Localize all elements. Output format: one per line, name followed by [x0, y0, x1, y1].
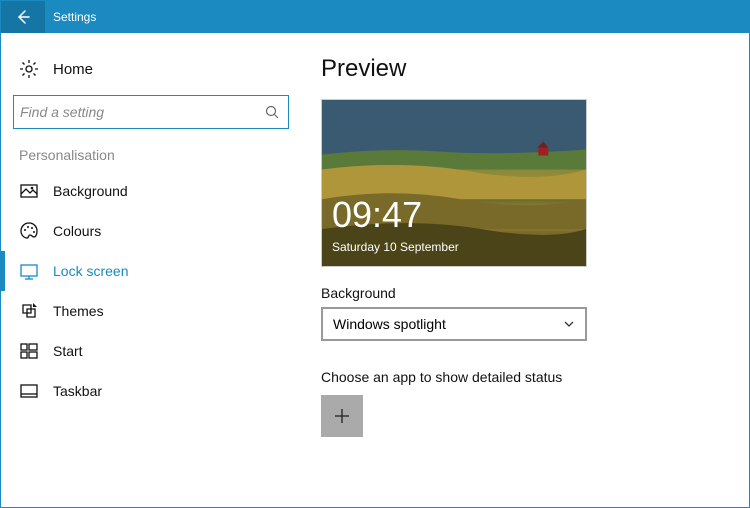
- taskbar-icon: [19, 381, 39, 401]
- lock-screen-preview: 09:47 Saturday 10 September: [321, 99, 587, 267]
- plus-icon: [334, 408, 350, 424]
- sidebar-item-label: Background: [53, 183, 128, 199]
- home-button[interactable]: Home: [1, 51, 301, 87]
- themes-icon: [19, 301, 39, 321]
- preview-date: Saturday 10 September: [332, 240, 459, 254]
- sidebar-item-label: Colours: [53, 223, 101, 239]
- start-icon: [19, 341, 39, 361]
- gear-icon: [19, 59, 39, 79]
- sidebar: Home Personalisation Background Colours: [1, 33, 301, 507]
- sidebar-item-lock-screen[interactable]: Lock screen: [1, 251, 301, 291]
- search-input-wrapper[interactable]: [13, 95, 289, 129]
- lock-screen-icon: [19, 261, 39, 281]
- section-title: Personalisation: [1, 147, 301, 163]
- sidebar-item-label: Lock screen: [53, 263, 128, 279]
- add-status-app-button[interactable]: [321, 395, 363, 437]
- background-select[interactable]: Windows spotlight: [321, 307, 587, 341]
- home-label: Home: [53, 61, 93, 78]
- background-label: Background: [321, 285, 719, 301]
- search-icon: [264, 104, 280, 120]
- background-select-value: Windows spotlight: [333, 316, 446, 332]
- sidebar-item-taskbar[interactable]: Taskbar: [1, 371, 301, 411]
- palette-icon: [19, 221, 39, 241]
- sidebar-item-label: Themes: [53, 303, 104, 319]
- sidebar-item-colours[interactable]: Colours: [1, 211, 301, 251]
- preview-time: 09:47: [332, 194, 422, 236]
- content-area: Home Personalisation Background Colours: [1, 33, 749, 507]
- sidebar-item-label: Start: [53, 343, 83, 359]
- titlebar: Settings: [1, 1, 749, 33]
- detailed-status-label: Choose an app to show detailed status: [321, 369, 719, 385]
- search-input[interactable]: [20, 104, 264, 120]
- page-heading: Preview: [321, 55, 719, 83]
- sidebar-item-background[interactable]: Background: [1, 171, 301, 211]
- sidebar-item-themes[interactable]: Themes: [1, 291, 301, 331]
- sidebar-item-start[interactable]: Start: [1, 331, 301, 371]
- back-arrow-icon: [15, 9, 31, 25]
- back-button[interactable]: [1, 1, 45, 33]
- chevron-down-icon: [563, 318, 575, 330]
- picture-icon: [19, 181, 39, 201]
- window-title: Settings: [53, 10, 96, 24]
- main-panel: Preview 09:47 Saturday 10 September Back…: [301, 33, 749, 507]
- sidebar-item-label: Taskbar: [53, 383, 102, 399]
